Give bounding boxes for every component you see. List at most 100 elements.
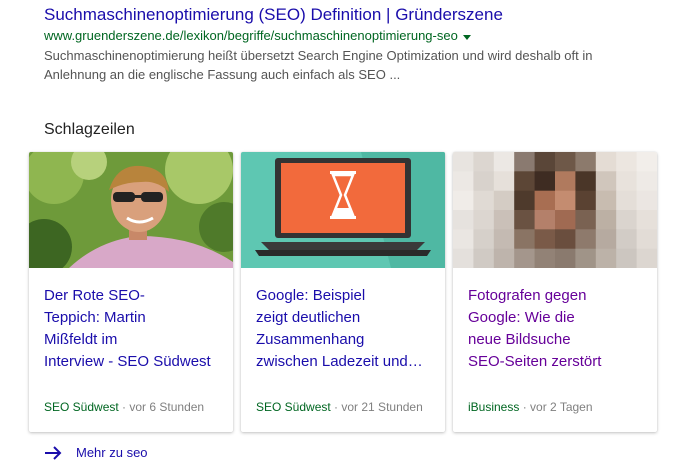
title-line: zeigt deutlichen — [256, 309, 361, 326]
news-time: vor 6 Stunden — [129, 400, 205, 414]
mosaic-tile — [493, 210, 515, 230]
news-card-title: Der Rote SEO- Teppich: Martin Mißfeldt i… — [44, 285, 222, 373]
mosaic-tile — [636, 210, 657, 230]
news-source: iBusiness — [468, 400, 520, 414]
mosaic-tile — [514, 229, 536, 250]
mosaic-tile — [575, 152, 597, 172]
news-thumbnail-laptop-hourglass — [241, 152, 445, 268]
mosaic-tile — [555, 248, 576, 268]
mosaic-tile — [555, 152, 576, 172]
mosaic-tile — [514, 248, 536, 268]
title-line: neue Bildsuche — [468, 331, 571, 348]
mosaic-tile — [534, 210, 556, 230]
result-title-link[interactable]: Suchmaschinenoptimierung (SEO) Definitio… — [44, 4, 664, 26]
news-card-meta: iBusiness · vor 2 Tagen — [468, 399, 593, 415]
title-line: zwischen Ladezeit und… — [256, 353, 423, 370]
mosaic-tile — [555, 190, 576, 211]
mosaic-tile — [616, 248, 638, 268]
mosaic-tile — [514, 190, 536, 211]
mosaic-tile — [636, 248, 657, 268]
section-title-headlines: Schlagzeilen — [44, 121, 135, 138]
title-line: Der Rote SEO- — [44, 287, 145, 304]
mosaic-tile — [555, 229, 576, 250]
mosaic-tile — [616, 229, 638, 250]
snippet-line: Suchmaschinenoptimierung heißt übersetzt… — [44, 48, 593, 63]
news-time: vor 2 Tagen — [530, 400, 593, 414]
mosaic-tile — [575, 248, 597, 268]
mosaic-tile — [595, 171, 617, 192]
result-url[interactable]: www.gruenderszene.de/lexikon/begriffe/su… — [44, 27, 458, 45]
arrow-right-icon — [45, 446, 62, 460]
news-card-title: Fotografen gegen Google: Wie die neue Bi… — [468, 285, 646, 373]
news-card-meta: SEO Südwest · vor 6 Stunden — [44, 399, 204, 415]
result-url-row: www.gruenderszene.de/lexikon/begriffe/su… — [44, 27, 664, 45]
news-card[interactable]: Fotografen gegen Google: Wie die neue Bi… — [453, 152, 657, 432]
mosaic-tile — [514, 152, 536, 172]
mosaic-tile — [534, 229, 556, 250]
meta-separator: · — [519, 400, 531, 414]
mosaic-tile — [514, 210, 536, 230]
mosaic-tile — [636, 229, 657, 250]
mosaic-tile — [636, 190, 657, 211]
mosaic-tile — [595, 210, 617, 230]
mosaic-tile — [636, 152, 657, 172]
more-link[interactable]: Mehr zu seo — [44, 444, 148, 462]
mosaic-tile — [453, 190, 474, 211]
mosaic-tile — [473, 190, 495, 211]
mosaic-tile — [473, 229, 495, 250]
title-line: SEO-Seiten zerstört — [468, 353, 602, 370]
title-line: Google: Wie die — [468, 309, 575, 326]
mosaic-tile — [595, 152, 617, 172]
mosaic-tile — [534, 248, 556, 268]
title-line: Interview - SEO Südwest — [44, 353, 211, 370]
mosaic-tile — [493, 190, 515, 211]
mosaic-tile — [493, 248, 515, 268]
mosaic-tile — [595, 190, 617, 211]
title-line: Fotografen gegen — [468, 287, 587, 304]
mosaic-tile — [575, 210, 597, 230]
meta-separator: · — [330, 400, 342, 414]
news-thumbnail-pixelated — [453, 152, 657, 268]
title-line: Teppich: Martin — [44, 309, 146, 326]
title-line: Mißfeldt im — [44, 331, 118, 348]
news-card[interactable]: Google: Beispiel zeigt deutlichen Zusamm… — [241, 152, 445, 432]
mosaic-tile — [453, 152, 474, 172]
search-result: Suchmaschinenoptimierung (SEO) Definitio… — [44, 4, 664, 84]
news-time: vor 21 Stunden — [341, 400, 423, 414]
mosaic-tile — [555, 171, 576, 192]
title-line: Google: Beispiel — [256, 287, 366, 304]
mosaic-tile — [616, 171, 638, 192]
news-source: SEO Südwest — [256, 400, 331, 414]
mosaic-tile — [595, 248, 617, 268]
mosaic-tile — [493, 171, 515, 192]
mosaic-tile — [453, 171, 474, 192]
mosaic-tile — [595, 229, 617, 250]
mosaic-tile — [616, 152, 638, 172]
mosaic-tile — [473, 210, 495, 230]
mosaic-tile — [575, 171, 597, 192]
mosaic-tile — [453, 229, 474, 250]
result-snippet: Suchmaschinenoptimierung heißt übersetzt… — [44, 46, 664, 84]
mosaic-tile — [453, 248, 474, 268]
mosaic-tile — [493, 152, 515, 172]
snippet-line: Anlehnung an die englische Fassung auch … — [44, 67, 401, 82]
mosaic-tile — [616, 210, 638, 230]
mosaic-tile — [555, 210, 576, 230]
mosaic-tile — [575, 190, 597, 211]
mosaic-tile — [514, 171, 536, 192]
caret-down-icon[interactable] — [462, 34, 471, 40]
news-source: SEO Südwest — [44, 400, 119, 414]
mosaic-tile — [534, 171, 556, 192]
title-line: Zusammenhang — [256, 331, 365, 348]
mosaic-tile — [636, 171, 657, 192]
news-card-meta: SEO Südwest · vor 21 Stunden — [256, 399, 423, 415]
mosaic-tile — [575, 229, 597, 250]
news-thumbnail-portrait — [29, 152, 233, 268]
more-link-label: Mehr zu seo — [76, 445, 148, 460]
mosaic-tile — [453, 210, 474, 230]
news-card[interactable]: Der Rote SEO- Teppich: Martin Mißfeldt i… — [29, 152, 233, 432]
mosaic-tile — [473, 248, 495, 268]
news-card-title: Google: Beispiel zeigt deutlichen Zusamm… — [256, 285, 434, 373]
mosaic-tile — [473, 171, 495, 192]
meta-separator: · — [118, 400, 130, 414]
